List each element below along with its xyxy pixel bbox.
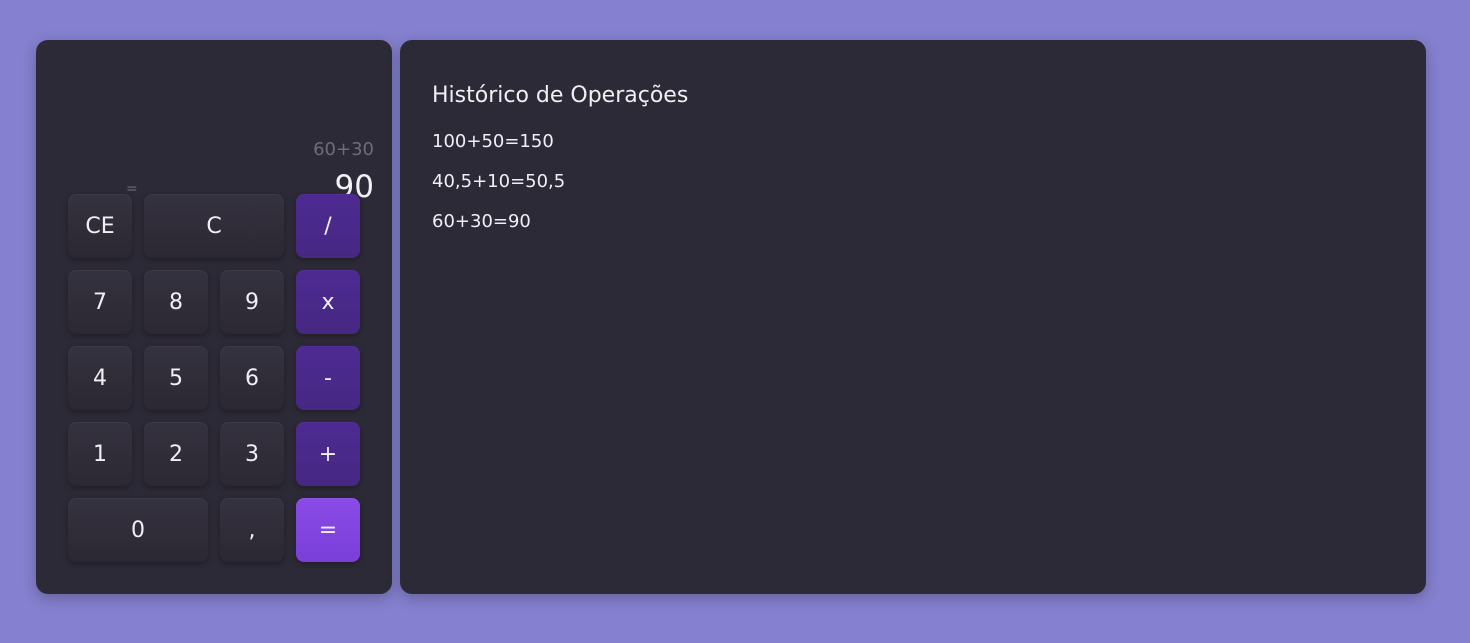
digit-5-button[interactable]: 5 [144,346,208,410]
digit-1-button[interactable]: 1 [68,422,132,486]
digit-0-button[interactable]: 0 [68,498,208,562]
clear-entry-button[interactable]: CE [68,194,132,258]
digit-9-button[interactable]: 9 [220,270,284,334]
history-title: Histórico de Operações [432,83,689,108]
history-item[interactable]: 60+30=90 [432,211,565,251]
subtract-button[interactable]: - [296,346,360,410]
calculator-panel: 60+30 = 90 CE C / 7 8 9 x 4 5 6 - 1 2 3 … [36,40,392,594]
equals-button[interactable]: = [296,498,360,562]
history-item[interactable]: 40,5+10=50,5 [432,171,565,211]
digit-7-button[interactable]: 7 [68,270,132,334]
history-list: 100+50=150 40,5+10=50,5 60+30=90 [432,131,565,251]
history-panel: Histórico de Operações 100+50=150 40,5+1… [400,40,1426,594]
digit-6-button[interactable]: 6 [220,346,284,410]
digit-3-button[interactable]: 3 [220,422,284,486]
digit-8-button[interactable]: 8 [144,270,208,334]
divide-button[interactable]: / [296,194,360,258]
digit-2-button[interactable]: 2 [144,422,208,486]
digit-4-button[interactable]: 4 [68,346,132,410]
clear-button[interactable]: C [144,194,284,258]
multiply-button[interactable]: x [296,270,360,334]
add-button[interactable]: + [296,422,360,486]
expression-display: 60+30 [313,139,374,160]
comma-button[interactable]: , [220,498,284,562]
history-item[interactable]: 100+50=150 [432,131,565,171]
page: 60+30 = 90 CE C / 7 8 9 x 4 5 6 - 1 2 3 … [0,0,1470,643]
